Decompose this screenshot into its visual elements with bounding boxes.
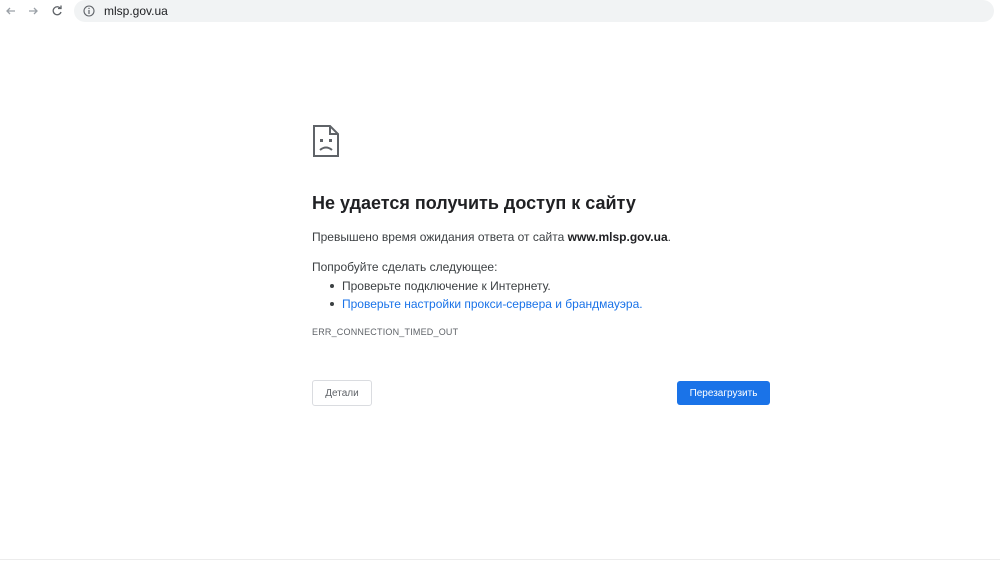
url-text[interactable]: mlsp.gov.ua [104, 4, 168, 18]
divider [0, 559, 1000, 560]
address-bar[interactable]: mlsp.gov.ua [74, 0, 994, 22]
reload-page-button[interactable]: Перезагрузить [677, 381, 770, 405]
page-title: Не удается получить доступ к сайту [312, 193, 636, 213]
summary-host: www.mlsp.gov.ua [567, 230, 668, 244]
arrow-right-icon [29, 7, 38, 15]
proxy-firewall-link[interactable]: Проверьте настройки прокси-сервера и бра… [328, 296, 643, 314]
suggestions-list: Проверьте подключение к Интернету. Прове… [328, 278, 643, 314]
arrow-left-icon [6, 7, 15, 15]
reload-icon [52, 5, 62, 16]
list-item: Проверьте подключение к Интернету. [328, 278, 643, 296]
summary-prefix: Превышено время ожидания ответа от сайта [312, 230, 568, 244]
reload-button[interactable] [46, 0, 68, 22]
error-code: ERR_CONNECTION_TIMED_OUT [312, 327, 459, 337]
summary-suffix: . [667, 230, 671, 244]
error-summary: Превышено время ожидания ответа от сайта… [312, 230, 671, 244]
sad-page-icon [313, 125, 339, 157]
suggestions-heading: Попробуйте сделать следующее: [312, 260, 498, 274]
browser-toolbar: mlsp.gov.ua [0, 0, 1000, 22]
details-button[interactable]: Детали [312, 380, 372, 406]
forward-button[interactable] [22, 0, 44, 22]
info-circle-icon[interactable] [82, 4, 96, 18]
back-button[interactable] [0, 0, 22, 22]
